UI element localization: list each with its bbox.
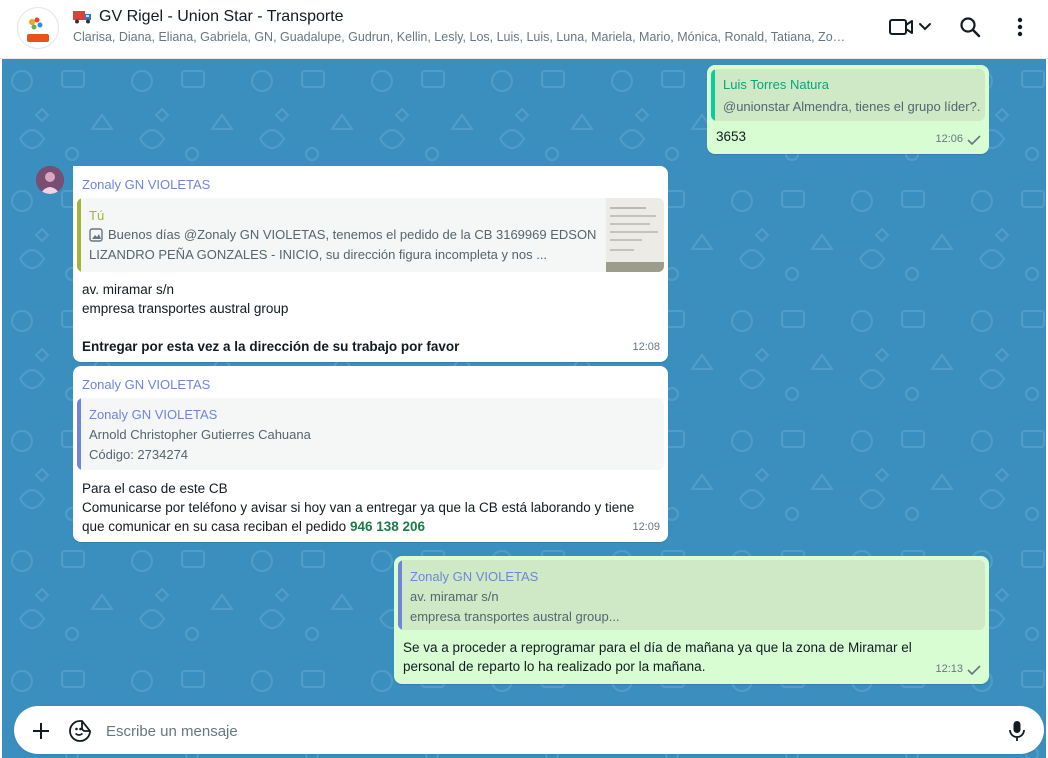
document-thumbnail-icon (606, 198, 664, 272)
message-line: empresa transportes austral group (82, 301, 289, 316)
quote-line: av. miramar s/n (410, 589, 499, 604)
quote-bar (398, 560, 402, 630)
profile-photo-icon (36, 166, 64, 194)
message-line: personal de reparto lo ha realizado por … (403, 659, 706, 674)
quote-thumbnail (606, 198, 664, 272)
message-outgoing[interactable]: Luis Torres Natura @unionstar Almendra, … (707, 65, 989, 154)
truck-icon (73, 11, 91, 24)
quote-line: Código: 2734274 (89, 447, 189, 462)
message-incoming[interactable]: Zonaly GN VIOLETAS Tú Buenos días @Zonal… (73, 166, 668, 362)
sticker-button[interactable] (67, 718, 93, 744)
quote-line: empresa transportes austral group... (410, 609, 620, 624)
quote-sender: Tú (89, 208, 105, 223)
phone-link[interactable]: 946 138 206 (350, 519, 425, 534)
quote-bar (77, 398, 81, 470)
search-icon (960, 17, 981, 38)
message-incoming[interactable]: Zonaly GN VIOLETAS Zonaly GN VIOLETAS Ar… (73, 366, 668, 542)
message-line-text: que comunicar en su casa reciban el pedi… (82, 519, 347, 534)
sticker-icon (69, 720, 91, 742)
message-line: Se va a proceder a reprogramar para el d… (403, 640, 912, 655)
quote-line: LIZANDRO PEÑA GONZALES - INICIO, su dire… (89, 247, 548, 262)
image-icon (89, 228, 103, 242)
check-icon (967, 664, 981, 675)
quoted-message[interactable]: Luis Torres Natura @unionstar Almendra, … (711, 69, 985, 121)
menu-button[interactable] (1008, 12, 1032, 42)
plus-icon (33, 723, 49, 739)
microphone-icon (1009, 721, 1025, 741)
time-text: 12:13 (935, 663, 963, 675)
message-line: Para el caso de este CB (82, 481, 228, 496)
quote-sender: Luis Torres Natura (723, 77, 829, 92)
message-outgoing[interactable]: Zonaly GN VIOLETAS av. miramar s/n empre… (394, 556, 989, 684)
group-members[interactable]: Clarisa, Diana, Eliana, Gabriela, GN, Gu… (73, 30, 848, 44)
message-input[interactable] (106, 718, 986, 744)
group-title[interactable]: GV Rigel - Union Star - Transporte (73, 8, 344, 26)
quoted-message[interactable]: Zonaly GN VIOLETAS av. miramar s/n empre… (398, 560, 985, 630)
time-text: 12:06 (935, 133, 963, 145)
more-vertical-icon (1017, 17, 1023, 37)
sender-avatar[interactable] (36, 166, 64, 194)
quote-sender: Zonaly GN VIOLETAS (410, 569, 539, 584)
time-text: 12:08 (632, 341, 660, 353)
time-text: 12:09 (632, 521, 660, 533)
quoted-message[interactable]: Zonaly GN VIOLETAS Arnold Christopher Gu… (77, 398, 664, 470)
video-camera-icon (889, 19, 931, 35)
chat-area[interactable]: Luis Torres Natura @unionstar Almendra, … (2, 59, 1046, 758)
message-time: 12:06 (935, 130, 981, 149)
message-line-bold: Entregar por esta vez a la dirección de … (82, 339, 460, 354)
voice-message-button[interactable] (1004, 718, 1030, 744)
quote-sender: Zonaly GN VIOLETAS (89, 407, 218, 422)
video-call-button[interactable] (886, 12, 936, 42)
message-time: 12:09 (632, 518, 660, 537)
quote-bar (711, 69, 715, 121)
message-line: que comunicar en su casa reciban el pedi… (82, 517, 425, 536)
check-icon (967, 134, 981, 145)
group-avatar[interactable] (17, 7, 59, 49)
message-time: 12:13 (935, 660, 981, 679)
quote-text-line: Buenos días @Zonaly GN VIOLETAS, tenemos… (89, 225, 596, 245)
quote-text: @unionstar Almendra, tienes el grupo líd… (723, 99, 981, 114)
message-line: av. miramar s/n (82, 282, 175, 297)
quoted-message[interactable]: Tú Buenos días @Zonaly GN VIOLETAS, tene… (77, 198, 664, 272)
chat-header: GV Rigel - Union Star - Transporte Clari… (0, 0, 1048, 59)
message-time: 12:08 (632, 338, 660, 357)
message-sender: Zonaly GN VIOLETAS (82, 177, 211, 192)
search-button[interactable] (956, 12, 984, 42)
message-sender: Zonaly GN VIOLETAS (82, 377, 211, 392)
message-composer (14, 706, 1044, 754)
message-text: 3653 (716, 129, 747, 144)
quote-line: Buenos días @Zonaly GN VIOLETAS, tenemos… (108, 227, 597, 242)
quote-bar (77, 198, 81, 272)
attach-button[interactable] (28, 718, 54, 744)
quote-line: Arnold Christopher Gutierres Cahuana (89, 427, 311, 442)
message-line: Comunicarse por teléfono y avisar si hoy… (82, 500, 635, 515)
group-title-text: GV Rigel - Union Star - Transporte (99, 8, 344, 25)
